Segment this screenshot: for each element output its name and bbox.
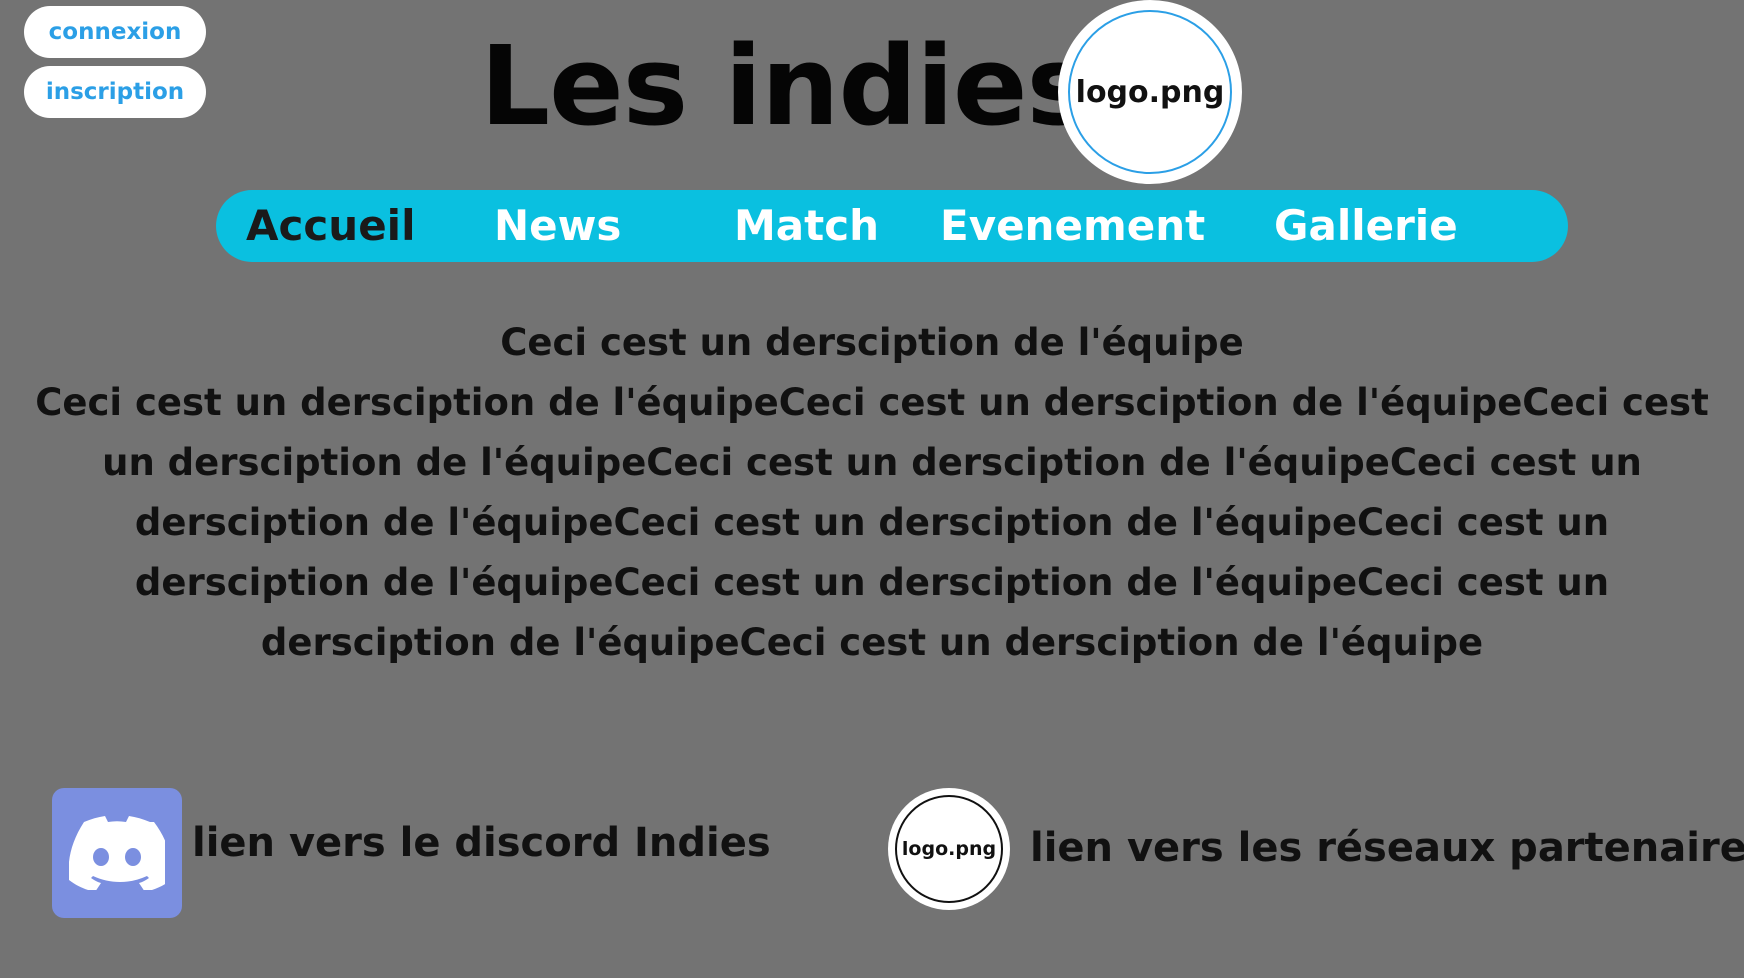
discord-logo-icon	[69, 816, 165, 890]
nav-item-match[interactable]: Match	[734, 190, 879, 262]
team-description: Ceci cest un dersciption de l'équipe Cec…	[0, 313, 1744, 673]
nav-item-news[interactable]: News	[494, 190, 621, 262]
description-line: dersciption de l'équipeCeci cest un ders…	[134, 501, 1610, 544]
discord-icon[interactable]	[52, 788, 182, 918]
site-title: Les indies	[480, 22, 1092, 150]
description-line: dersciption de l'équipeCeci cest un ders…	[134, 561, 1610, 604]
nav-item-accueil[interactable]: Accueil	[246, 190, 415, 262]
nav-item-evenement[interactable]: Evenement	[940, 190, 1205, 262]
main-nav: Accueil News Match Evenement Gallerie	[216, 190, 1568, 262]
header-logo: logo.png	[1058, 0, 1242, 184]
description-line: dersciption de l'équipeCeci cest un ders…	[260, 621, 1484, 664]
connexion-button[interactable]: connexion	[24, 6, 206, 58]
partner-link[interactable]: lien vers les réseaux partenaire	[1030, 825, 1744, 871]
description-line: Ceci cest un dersciption de l'équipe	[500, 321, 1244, 364]
description-line: Ceci cest un dersciption de l'équipeCeci…	[35, 381, 1709, 424]
partner-logo[interactable]: logo.png	[888, 788, 1010, 910]
header-logo-text: logo.png	[1068, 10, 1232, 174]
partner-logo-text: logo.png	[895, 795, 1003, 903]
inscription-button[interactable]: inscription	[24, 66, 206, 118]
nav-item-gallerie[interactable]: Gallerie	[1274, 190, 1458, 262]
discord-link[interactable]: lien vers le discord Indies	[192, 820, 771, 866]
description-line: un dersciption de l'équipeCeci cest un d…	[102, 441, 1642, 484]
